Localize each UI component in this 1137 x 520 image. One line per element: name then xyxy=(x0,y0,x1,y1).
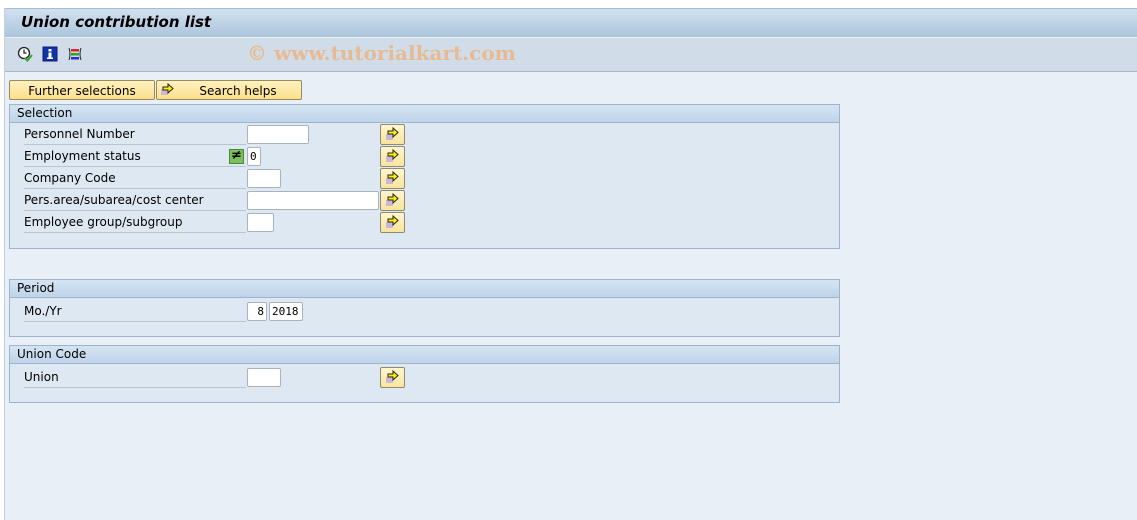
personnel-number-input[interactable] xyxy=(247,125,309,144)
search-helps-label: Search helps xyxy=(199,84,277,98)
employment-status-row: Employment status ≠ xyxy=(24,146,824,167)
arrow-right-icon xyxy=(386,215,399,228)
company-code-row: Company Code xyxy=(24,168,824,189)
page-title: Union contribution list xyxy=(21,13,212,31)
pers-area-row: Pers.area/subarea/cost center xyxy=(24,190,824,211)
period-row: Mo./Yr xyxy=(24,302,824,322)
arrow-right-icon xyxy=(386,370,399,383)
period-month-input[interactable] xyxy=(247,302,267,321)
pers-area-multiple-selection-button[interactable] xyxy=(380,190,405,211)
selection-group-title: Selection xyxy=(10,105,839,123)
period-year-input[interactable] xyxy=(269,302,303,321)
company-code-input[interactable] xyxy=(247,169,281,188)
employment-status-input[interactable] xyxy=(247,147,261,166)
arrow-right-icon xyxy=(386,127,399,140)
company-code-label: Company Code xyxy=(24,171,246,189)
company-code-multiple-selection-button[interactable] xyxy=(380,168,405,189)
employee-group-multiple-selection-button[interactable] xyxy=(380,212,405,233)
watermark: © www.tutorialkart.com xyxy=(247,41,516,65)
not-equal-operator-icon[interactable]: ≠ xyxy=(229,149,244,164)
pers-area-input[interactable] xyxy=(247,191,379,210)
arrow-right-icon xyxy=(386,193,399,206)
union-label: Union xyxy=(24,370,246,388)
title-bar: Union contribution list xyxy=(5,8,1137,37)
employment-status-label: Employment status xyxy=(24,149,246,167)
personnel-number-label: Personnel Number xyxy=(24,127,246,145)
employee-group-row: Employee group/subgroup xyxy=(24,212,824,233)
union-input[interactable] xyxy=(247,368,281,387)
period-group-title: Period xyxy=(10,280,839,298)
union-multiple-selection-button[interactable] xyxy=(380,367,405,388)
period-group: Period Mo./Yr xyxy=(9,279,840,337)
personnel-number-row: Personnel Number xyxy=(24,124,824,145)
application-toolbar: © www.tutorialkart.com xyxy=(5,38,1137,72)
arrow-right-icon xyxy=(386,171,399,184)
arrow-right-icon xyxy=(386,149,399,162)
union-row: Union xyxy=(24,367,824,388)
personnel-number-multiple-selection-button[interactable] xyxy=(380,124,405,145)
union-code-group: Union Code Union xyxy=(9,345,840,403)
employment-status-multiple-selection-button[interactable] xyxy=(380,146,405,167)
search-helps-button[interactable]: Search helps xyxy=(156,80,302,100)
employee-group-input[interactable] xyxy=(247,213,274,232)
period-label: Mo./Yr xyxy=(24,304,246,322)
pers-area-label: Pers.area/subarea/cost center xyxy=(24,193,246,211)
union-code-group-title: Union Code xyxy=(10,346,839,364)
employee-group-label: Employee group/subgroup xyxy=(24,215,246,233)
arrow-right-icon xyxy=(161,83,174,95)
sap-window: Union contribution list © www.tutorialka… xyxy=(4,8,1137,520)
further-selections-button[interactable]: Further selections xyxy=(9,80,155,100)
selection-options-icon[interactable] xyxy=(67,46,83,62)
execute-icon[interactable] xyxy=(17,46,33,62)
info-icon[interactable] xyxy=(42,46,58,62)
selection-group: Selection Personnel Number Employment st… xyxy=(9,104,840,249)
further-selections-label: Further selections xyxy=(28,84,136,98)
